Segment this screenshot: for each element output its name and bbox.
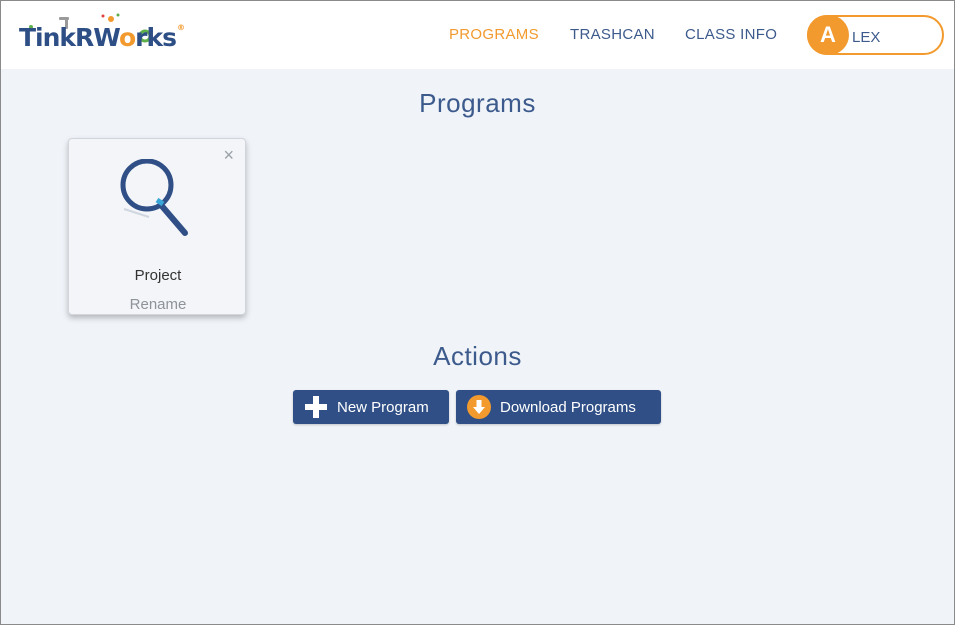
new-program-button[interactable]: New Program bbox=[293, 390, 449, 424]
download-programs-label: Download Programs bbox=[500, 399, 636, 416]
new-program-label: New Program bbox=[337, 399, 429, 416]
nav-class-info[interactable]: CLASS INFO bbox=[685, 26, 777, 43]
rename-link[interactable]: Rename bbox=[69, 296, 247, 313]
plus-icon bbox=[305, 396, 327, 418]
magnifier-icon bbox=[120, 159, 188, 236]
close-icon[interactable]: × bbox=[223, 145, 234, 165]
top-nav-bar: TinkRWorks® PROGRAMS TRASHCAN CLASS INFO… bbox=[1, 1, 954, 69]
user-name: LEX bbox=[852, 29, 881, 46]
nav-trashcan[interactable]: TRASHCAN bbox=[570, 26, 655, 43]
tinkrworks-logo[interactable]: TinkRWorks® bbox=[19, 11, 187, 55]
avatar: A bbox=[807, 15, 849, 55]
user-menu-button[interactable]: A LEX bbox=[807, 15, 944, 55]
program-name: Project bbox=[134, 267, 182, 284]
download-arrow-icon bbox=[467, 395, 491, 419]
app-window: TinkRWorks® PROGRAMS TRASHCAN CLASS INFO… bbox=[0, 0, 955, 625]
programs-heading: Programs bbox=[419, 88, 536, 118]
nav-programs[interactable]: PROGRAMS bbox=[449, 26, 539, 43]
program-card[interactable]: × Project Rename bbox=[68, 138, 246, 315]
download-programs-button[interactable]: Download Programs bbox=[456, 390, 661, 424]
logo-text: TinkRWorks® bbox=[19, 23, 185, 52]
actions-heading: Actions bbox=[433, 341, 522, 371]
